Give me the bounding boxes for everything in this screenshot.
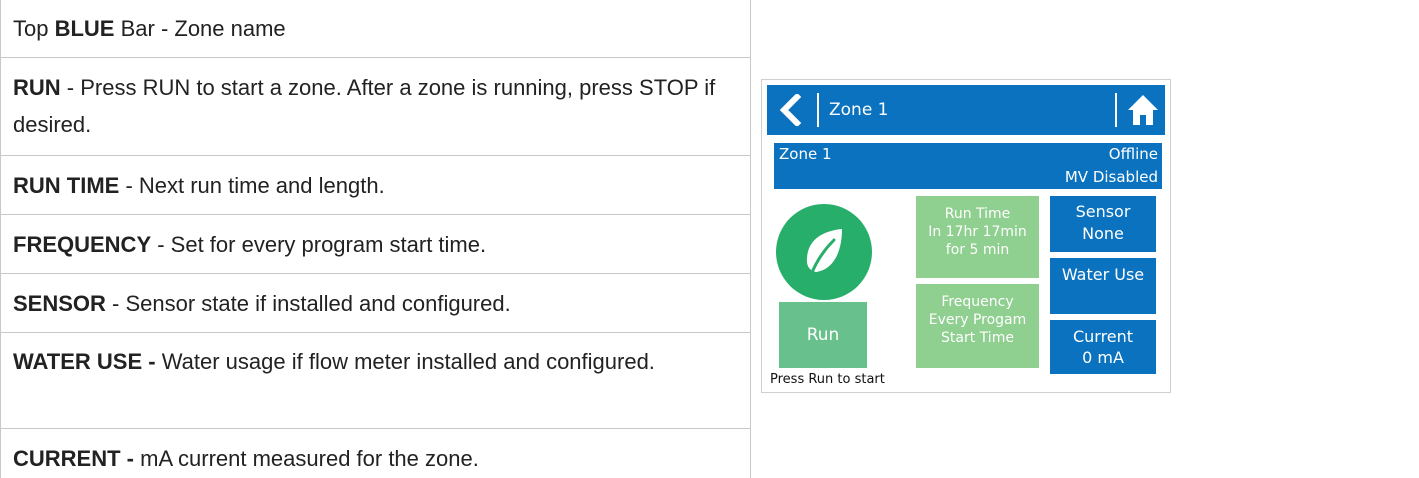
divider bbox=[1115, 93, 1117, 127]
row-current: CURRENT - mA current measured for the zo… bbox=[1, 429, 750, 478]
sensor-value: None bbox=[1082, 224, 1124, 243]
row-text: - Sensor state if installed and configur… bbox=[105, 291, 511, 316]
run-button[interactable]: Run bbox=[779, 302, 867, 368]
row-label: CURRENT - bbox=[13, 446, 134, 471]
zone-leaf-badge bbox=[776, 204, 872, 300]
water-use-button[interactable]: Water Use bbox=[1050, 258, 1156, 314]
row-frequency: FREQUENCY - Set for every program start … bbox=[1, 215, 750, 274]
zone-screen: Zone 1 Zone 1 Offline MV Disabled Run Ru… bbox=[761, 79, 1171, 393]
row-label: SENSOR bbox=[13, 291, 106, 316]
current-title: Current bbox=[1072, 327, 1134, 346]
top-blue-bar: Zone 1 bbox=[767, 85, 1165, 135]
row-top-bar: Top BLUE Bar - Zone name bbox=[1, 0, 750, 58]
row-label: WATER USE - bbox=[13, 349, 156, 374]
current-value: 0 mA bbox=[1082, 348, 1124, 367]
home-button[interactable] bbox=[1125, 92, 1161, 128]
home-icon bbox=[1128, 95, 1158, 125]
row-text: Water usage if flow meter installed and … bbox=[155, 349, 655, 374]
frequency-value-1: Every Progam bbox=[928, 312, 1027, 328]
status-zone-name: Zone 1 bbox=[779, 145, 832, 163]
status-message: Press Run to start bbox=[770, 372, 885, 387]
status-master-valve: MV Disabled bbox=[1064, 168, 1158, 186]
row-label: RUN TIME bbox=[13, 173, 120, 198]
row-run-time: RUN TIME - Next run time and length. bbox=[1, 156, 750, 215]
row-text: - Set for every program start time. bbox=[151, 232, 487, 257]
divider bbox=[817, 93, 819, 127]
row-text: Top bbox=[13, 16, 55, 41]
leaf-icon bbox=[806, 229, 842, 277]
frequency-title: Frequency bbox=[941, 294, 1014, 310]
row-sensor: SENSOR - Sensor state if installed and c… bbox=[1, 274, 750, 333]
sensor-button[interactable]: Sensor None bbox=[1050, 196, 1156, 252]
row-label: BLUE bbox=[54, 16, 115, 41]
row-text: mA current measured for the zone. bbox=[134, 446, 479, 471]
sensor-title: Sensor bbox=[1075, 202, 1131, 221]
row-water-use: WATER USE - Water usage if flow meter in… bbox=[1, 333, 750, 429]
current-button[interactable]: Current 0 mA bbox=[1050, 320, 1156, 374]
description-table: Top BLUE Bar - Zone name RUN - Press RUN… bbox=[0, 0, 752, 478]
run-time-button[interactable]: Run Time In 17hr 17min for 5 min bbox=[916, 196, 1039, 278]
row-text: - Press RUN to start a zone. After a zon… bbox=[13, 75, 716, 137]
row-run: RUN - Press RUN to start a zone. After a… bbox=[1, 58, 750, 156]
row-text: - Next run time and length. bbox=[119, 173, 385, 198]
frequency-value-2: Start Time bbox=[941, 330, 1014, 346]
zone-title: Zone 1 bbox=[829, 100, 889, 120]
row-label: FREQUENCY bbox=[13, 232, 152, 257]
row-label: RUN bbox=[13, 75, 61, 100]
row-text: Bar - Zone name bbox=[114, 16, 286, 41]
table-border-right bbox=[750, 0, 751, 478]
frequency-button[interactable]: Frequency Every Progam Start Time bbox=[916, 284, 1039, 368]
run-time-title: Run Time bbox=[944, 206, 1011, 222]
zone-status-bar: Zone 1 Offline MV Disabled bbox=[774, 143, 1162, 189]
run-time-next: In 17hr 17min bbox=[928, 224, 1027, 240]
water-use-title: Water Use bbox=[1061, 265, 1145, 284]
back-button[interactable] bbox=[775, 92, 809, 128]
run-time-length: for 5 min bbox=[945, 242, 1010, 258]
chevron-left-icon bbox=[779, 92, 802, 128]
status-connection: Offline bbox=[1108, 145, 1158, 163]
